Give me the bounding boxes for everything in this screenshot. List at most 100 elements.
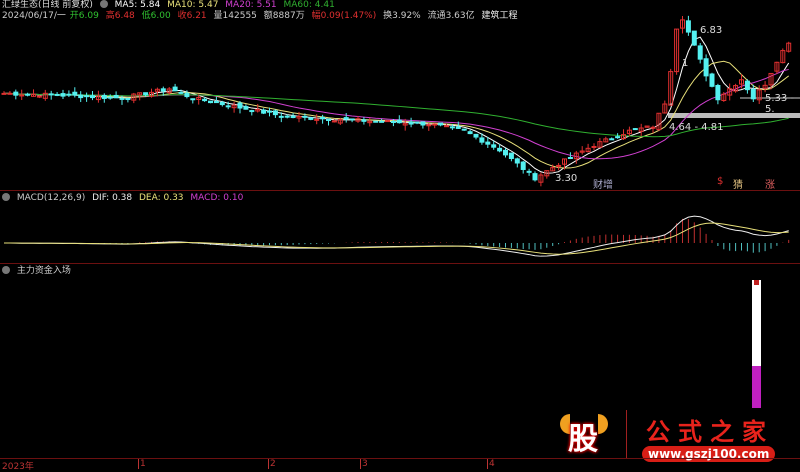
signal-label: 财增 (593, 180, 613, 191)
candle (520, 161, 526, 170)
candle (284, 115, 290, 118)
candle (361, 119, 367, 122)
candle (632, 128, 638, 131)
low-annotation: 3.30 (555, 173, 578, 184)
candle (479, 137, 485, 143)
candle (119, 97, 125, 100)
candle (237, 102, 243, 109)
candle (143, 92, 149, 96)
x-tick: 2023年 (2, 462, 34, 472)
candle (261, 109, 267, 114)
candle (709, 73, 715, 87)
fund-bar-marker (754, 280, 759, 285)
candle (414, 121, 420, 124)
candle (343, 117, 349, 120)
candle (467, 131, 473, 135)
candle (113, 94, 119, 99)
candle (609, 138, 615, 141)
mark-annotation: - (669, 99, 673, 110)
macd-title[interactable]: MACD(12,26,9) (17, 193, 85, 203)
candle (125, 98, 131, 101)
candle (202, 98, 208, 102)
x-tick: 1 (138, 459, 146, 469)
candle (25, 93, 31, 96)
candle (36, 95, 42, 98)
candle (172, 86, 178, 92)
candle (438, 122, 444, 126)
candle (532, 173, 538, 181)
candle (750, 88, 756, 100)
x-tick: 4 (487, 459, 495, 469)
candle (420, 121, 426, 126)
candle (90, 95, 95, 99)
candle (591, 145, 597, 148)
candle (1, 92, 7, 95)
candle (101, 95, 107, 99)
candle (485, 141, 491, 145)
price-chart[interactable] (0, 0, 800, 469)
signal-label: $ (717, 176, 724, 187)
candle (491, 144, 497, 148)
candle (314, 118, 320, 121)
candle (455, 126, 461, 129)
candle (160, 88, 166, 92)
fund-bar (752, 280, 761, 408)
candle (379, 120, 385, 123)
range-annotation-2: 5.33 - 5. (765, 93, 795, 115)
dropdown-icon[interactable] (2, 266, 10, 274)
x-tick: 3 (360, 459, 368, 469)
candle (249, 110, 255, 113)
signal-label: 猜 (733, 180, 743, 191)
candle (461, 128, 467, 131)
candle (685, 20, 691, 33)
candle (449, 126, 455, 129)
candle (426, 124, 432, 127)
candle (219, 101, 225, 106)
candle (208, 100, 213, 104)
indicator3-header: 主力资金入场 (2, 266, 75, 277)
candle (497, 147, 503, 152)
candle (650, 126, 656, 129)
macd-header: MACD(12,26,9) DIF: 0.38 DEA: 0.33 MACD: … (2, 193, 247, 204)
candle (503, 149, 508, 156)
candle (396, 119, 402, 124)
candle (320, 116, 326, 120)
candle (66, 93, 72, 96)
indicator3-title[interactable]: 主力资金入场 (17, 266, 71, 276)
candle (213, 101, 219, 104)
candle (225, 105, 231, 108)
candle (715, 85, 721, 101)
candle (290, 115, 296, 119)
dropdown-icon[interactable] (2, 193, 10, 201)
candle (308, 117, 314, 120)
candle (385, 120, 390, 123)
candle (267, 110, 272, 113)
x-tick: 2 (268, 459, 276, 469)
candle (190, 98, 196, 101)
logo-icon: 股 (560, 412, 610, 457)
dif-value: DIF: 0.38 (92, 193, 133, 203)
candle (278, 115, 284, 118)
macd-value: MACD: 0.10 (190, 193, 244, 203)
candle (326, 118, 331, 121)
candle (178, 91, 184, 94)
candle (349, 118, 355, 121)
candle (373, 120, 379, 123)
candle (60, 93, 66, 97)
logo-divider (626, 410, 627, 458)
candle (514, 158, 520, 164)
x-axis-line (0, 458, 800, 459)
candle (107, 96, 113, 99)
candle (302, 115, 308, 118)
candle (615, 136, 621, 139)
candle (691, 30, 697, 46)
candle (54, 93, 60, 96)
candle (84, 95, 90, 98)
pane-divider (0, 190, 800, 191)
candle (432, 123, 438, 126)
logo-url: www.gszj100.com (642, 446, 776, 462)
range-annotation-1: 4.64 - 4.81 (669, 122, 724, 133)
dea-value: DEA: 0.33 (138, 193, 184, 203)
candle (697, 45, 703, 60)
candle (331, 120, 337, 123)
